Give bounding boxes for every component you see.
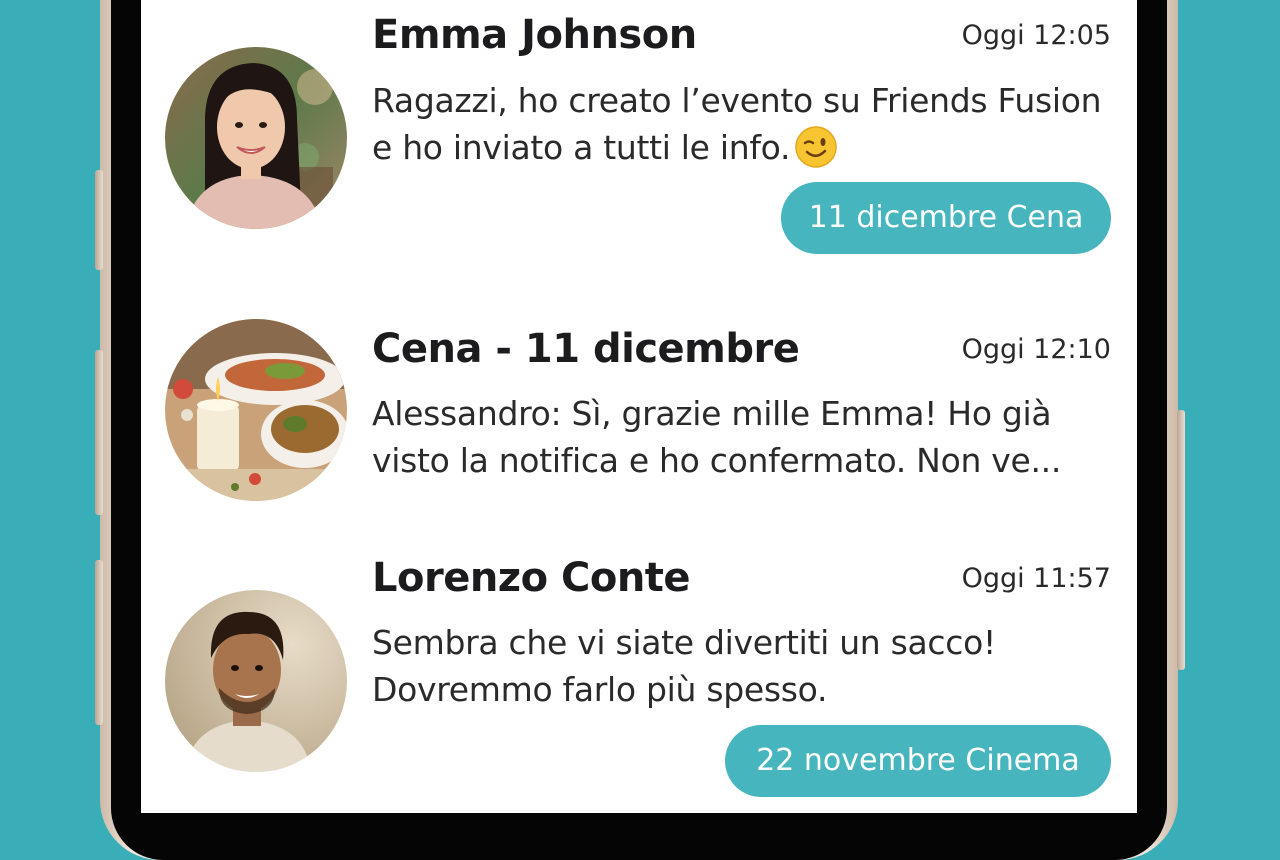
man-portrait-avatar: [165, 590, 347, 772]
chat-item-emma-johnson[interactable]: Emma Johnson Oggi 12:05 Ragazzi, ho crea…: [141, 0, 1137, 270]
event-tag-button[interactable]: 11 dicembre Cena: [781, 182, 1111, 254]
chat-timestamp: Oggi 11:57: [961, 563, 1111, 594]
woman-portrait-avatar: [165, 47, 347, 229]
winking-face-emoji-icon: [795, 126, 837, 168]
phone-side-button: [1177, 410, 1185, 670]
phone-side-button: [95, 560, 103, 725]
dinner-table-avatar: [165, 319, 347, 501]
chat-timestamp: Oggi 12:05: [961, 20, 1111, 51]
chat-preview-text: Ragazzi, ho creato l’evento su Friends F…: [372, 81, 1102, 167]
chat-preview: Ragazzi, ho creato l’evento su Friends F…: [372, 77, 1112, 171]
chat-item-cena-11-dicembre[interactable]: Cena - 11 dicembre Oggi 12:10 Alessandro…: [141, 290, 1137, 510]
phone-side-button: [95, 170, 103, 270]
chat-name: Cena - 11 dicembre: [372, 326, 800, 372]
chat-preview: Sembra che vi siate divertiti un sacco! …: [372, 623, 996, 709]
chat-timestamp: Oggi 12:10: [961, 334, 1111, 365]
chat-item-lorenzo-conte[interactable]: Lorenzo Conte Oggi 11:57 Sembra che vi s…: [141, 535, 1137, 813]
event-tag-button[interactable]: 22 novembre Cinema: [725, 725, 1111, 797]
chat-name: Lorenzo Conte: [372, 555, 691, 601]
phone-side-button: [95, 350, 103, 515]
chat-preview: Alessandro: Sì, grazie mille Emma! Ho gi…: [372, 394, 1062, 480]
chat-list-screen: Emma Johnson Oggi 12:05 Ragazzi, ho crea…: [141, 0, 1137, 813]
chat-name: Emma Johnson: [372, 12, 697, 58]
